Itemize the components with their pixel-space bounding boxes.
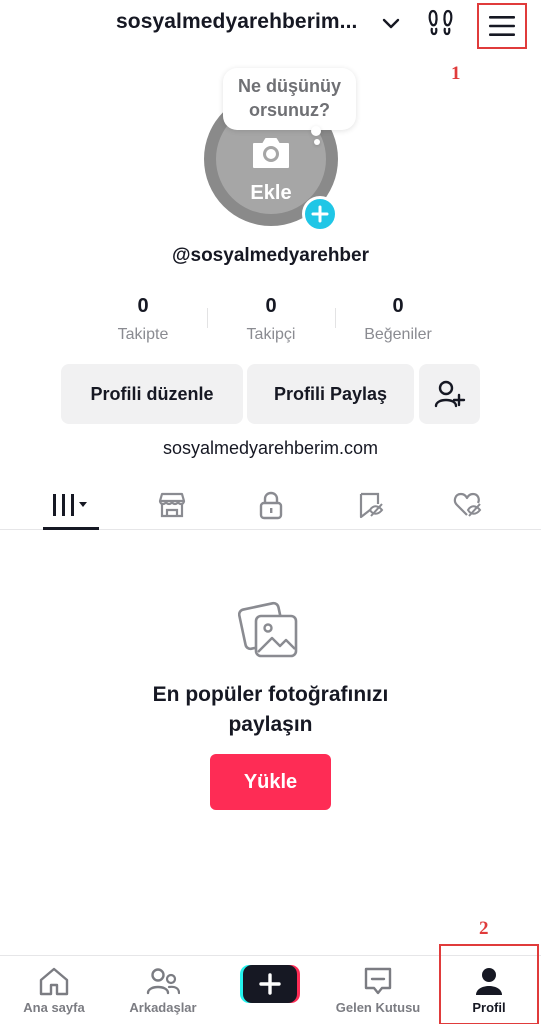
stat-label: Beğeniler: [364, 326, 432, 343]
nav-label: Ana sayfa: [23, 1000, 85, 1015]
create-button[interactable]: [240, 965, 300, 1003]
add-friend-button[interactable]: [419, 364, 480, 424]
stat-value: 0: [392, 295, 404, 317]
chevron-down-icon[interactable]: [380, 12, 402, 34]
photos-icon: [238, 601, 298, 658]
videos-grid-icon: [53, 494, 87, 516]
nav-label: Gelen Kutusu: [335, 1000, 421, 1015]
profile-website-link[interactable]: sosyalmedyarehberim.com: [0, 438, 541, 459]
content-tabs: [0, 480, 541, 530]
friends-icon: [146, 968, 180, 995]
nav-home[interactable]: Ana sayfa: [10, 956, 98, 1024]
bubble-tail-dot: [311, 126, 321, 136]
tab-private[interactable]: [249, 480, 293, 530]
nav-friends[interactable]: Arkadaşlar: [118, 956, 208, 1024]
menu-icon: [489, 16, 515, 36]
stat-value: 0: [137, 295, 149, 317]
profile-handle: @sosyalmedyarehber: [171, 245, 369, 266]
profile-icon: [476, 968, 502, 995]
active-tab-indicator: [43, 527, 99, 530]
liked-icon: [453, 492, 482, 517]
bubble-tail-dot-small: [314, 139, 320, 145]
tab-shop[interactable]: [150, 480, 194, 530]
bubble-text-line2: orsunuz?: [249, 100, 330, 120]
account-username[interactable]: sosyalmedyarehberim...: [116, 10, 358, 34]
camera-icon: [253, 138, 289, 168]
nav-profile[interactable]: Profil: [439, 944, 539, 1024]
menu-button[interactable]: [477, 3, 527, 49]
edit-profile-button[interactable]: Profili düzenle: [61, 364, 243, 424]
footprint-icon[interactable]: [425, 7, 457, 39]
tagged-icon: [359, 492, 384, 519]
stat-value: 0: [265, 295, 277, 317]
upload-button[interactable]: Yükle: [210, 754, 331, 810]
bottom-navigation: Ana sayfa Arkadaşlar Gelen Kutusu Profil: [0, 944, 541, 1024]
add-avatar-button[interactable]: [302, 196, 338, 232]
stat-divider: [335, 308, 336, 328]
empty-title-line2: paylaşın: [228, 713, 313, 736]
empty-title-line1: En popüler fotoğrafınızı: [152, 683, 389, 706]
plus-icon: [240, 965, 300, 1003]
annotation-marker-2: 2: [479, 918, 489, 939]
nav-label: Profil: [472, 1000, 506, 1015]
stat-following[interactable]: 0 Takipte: [83, 295, 203, 344]
inbox-icon: [364, 967, 392, 995]
stat-followers[interactable]: 0 Takipçi: [211, 295, 331, 344]
stat-likes[interactable]: 0 Beğeniler: [338, 295, 458, 344]
stat-label: Takipçi: [246, 326, 296, 343]
nav-inbox[interactable]: Gelen Kutusu: [328, 956, 428, 1024]
bubble-text-line1: Ne düşünüy: [237, 76, 341, 96]
shop-icon: [158, 492, 186, 518]
tab-liked[interactable]: [447, 480, 491, 530]
tab-videos[interactable]: [43, 480, 99, 530]
empty-state-title: En popüler fotoğrafınızı paylaşın: [0, 680, 541, 740]
add-user-icon: [434, 380, 465, 408]
stat-divider: [207, 308, 208, 328]
tab-tagged[interactable]: [349, 480, 393, 530]
share-profile-button[interactable]: Profili Paylaş: [247, 364, 414, 424]
status-bubble[interactable]: Ne düşünüy orsunuz?: [223, 68, 356, 130]
stat-label: Takipte: [117, 326, 169, 343]
home-icon: [39, 967, 69, 996]
plus-icon: [311, 205, 329, 223]
lock-icon: [259, 491, 283, 520]
annotation-marker-1: 1: [451, 63, 461, 84]
nav-label: Arkadaşlar: [129, 1000, 197, 1015]
